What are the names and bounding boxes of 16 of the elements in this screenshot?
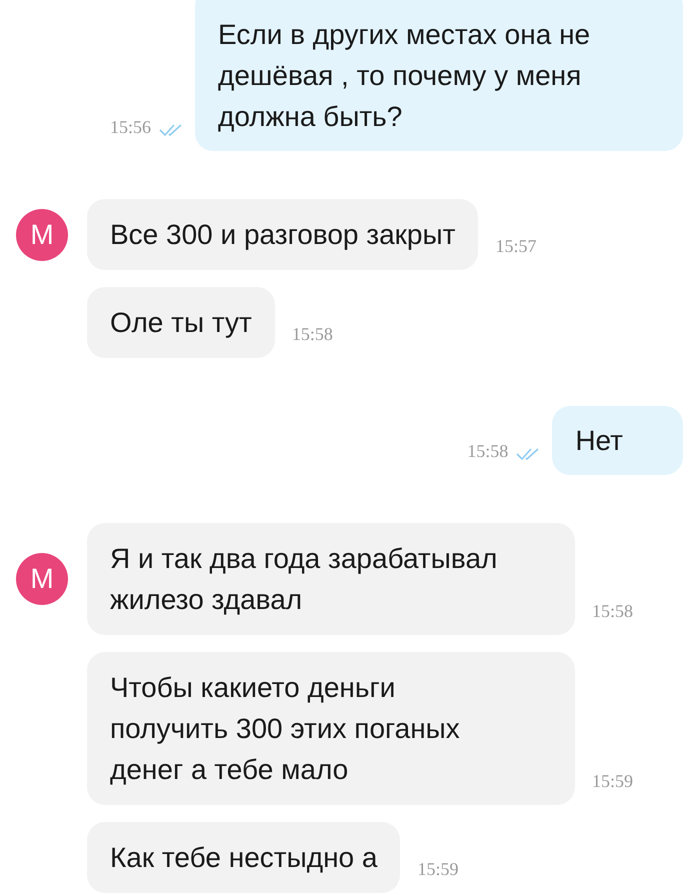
avatar: M xyxy=(16,208,68,260)
message-time: 15:58 xyxy=(592,600,634,623)
avatar: M xyxy=(16,553,68,605)
message-time: 15:59 xyxy=(592,770,634,793)
message-bubble: Если в других местах она не дешёвая , то почему у меня должна быть? xyxy=(195,0,683,151)
message-bubble: Я и так два года зарабатывал жилезо здавал xyxy=(87,523,575,635)
message-bubble: Чтобы какието деньги получить 300 этих поганых денег а тебе мало xyxy=(87,652,575,805)
message-bubble: Оле ты тут xyxy=(87,287,275,358)
message-time: 15:57 xyxy=(495,235,536,258)
message-time: 15:58 xyxy=(292,323,333,346)
message-time: 15:59 xyxy=(417,858,458,881)
message-bubble: Нет xyxy=(552,406,683,475)
message-bubble: Все 300 и разговор закрыт xyxy=(87,199,478,270)
message-bubble: Как тебе нестыдно а xyxy=(87,822,400,893)
message-time: 15:58 xyxy=(467,440,508,463)
message-time: 15:56 xyxy=(110,116,151,139)
